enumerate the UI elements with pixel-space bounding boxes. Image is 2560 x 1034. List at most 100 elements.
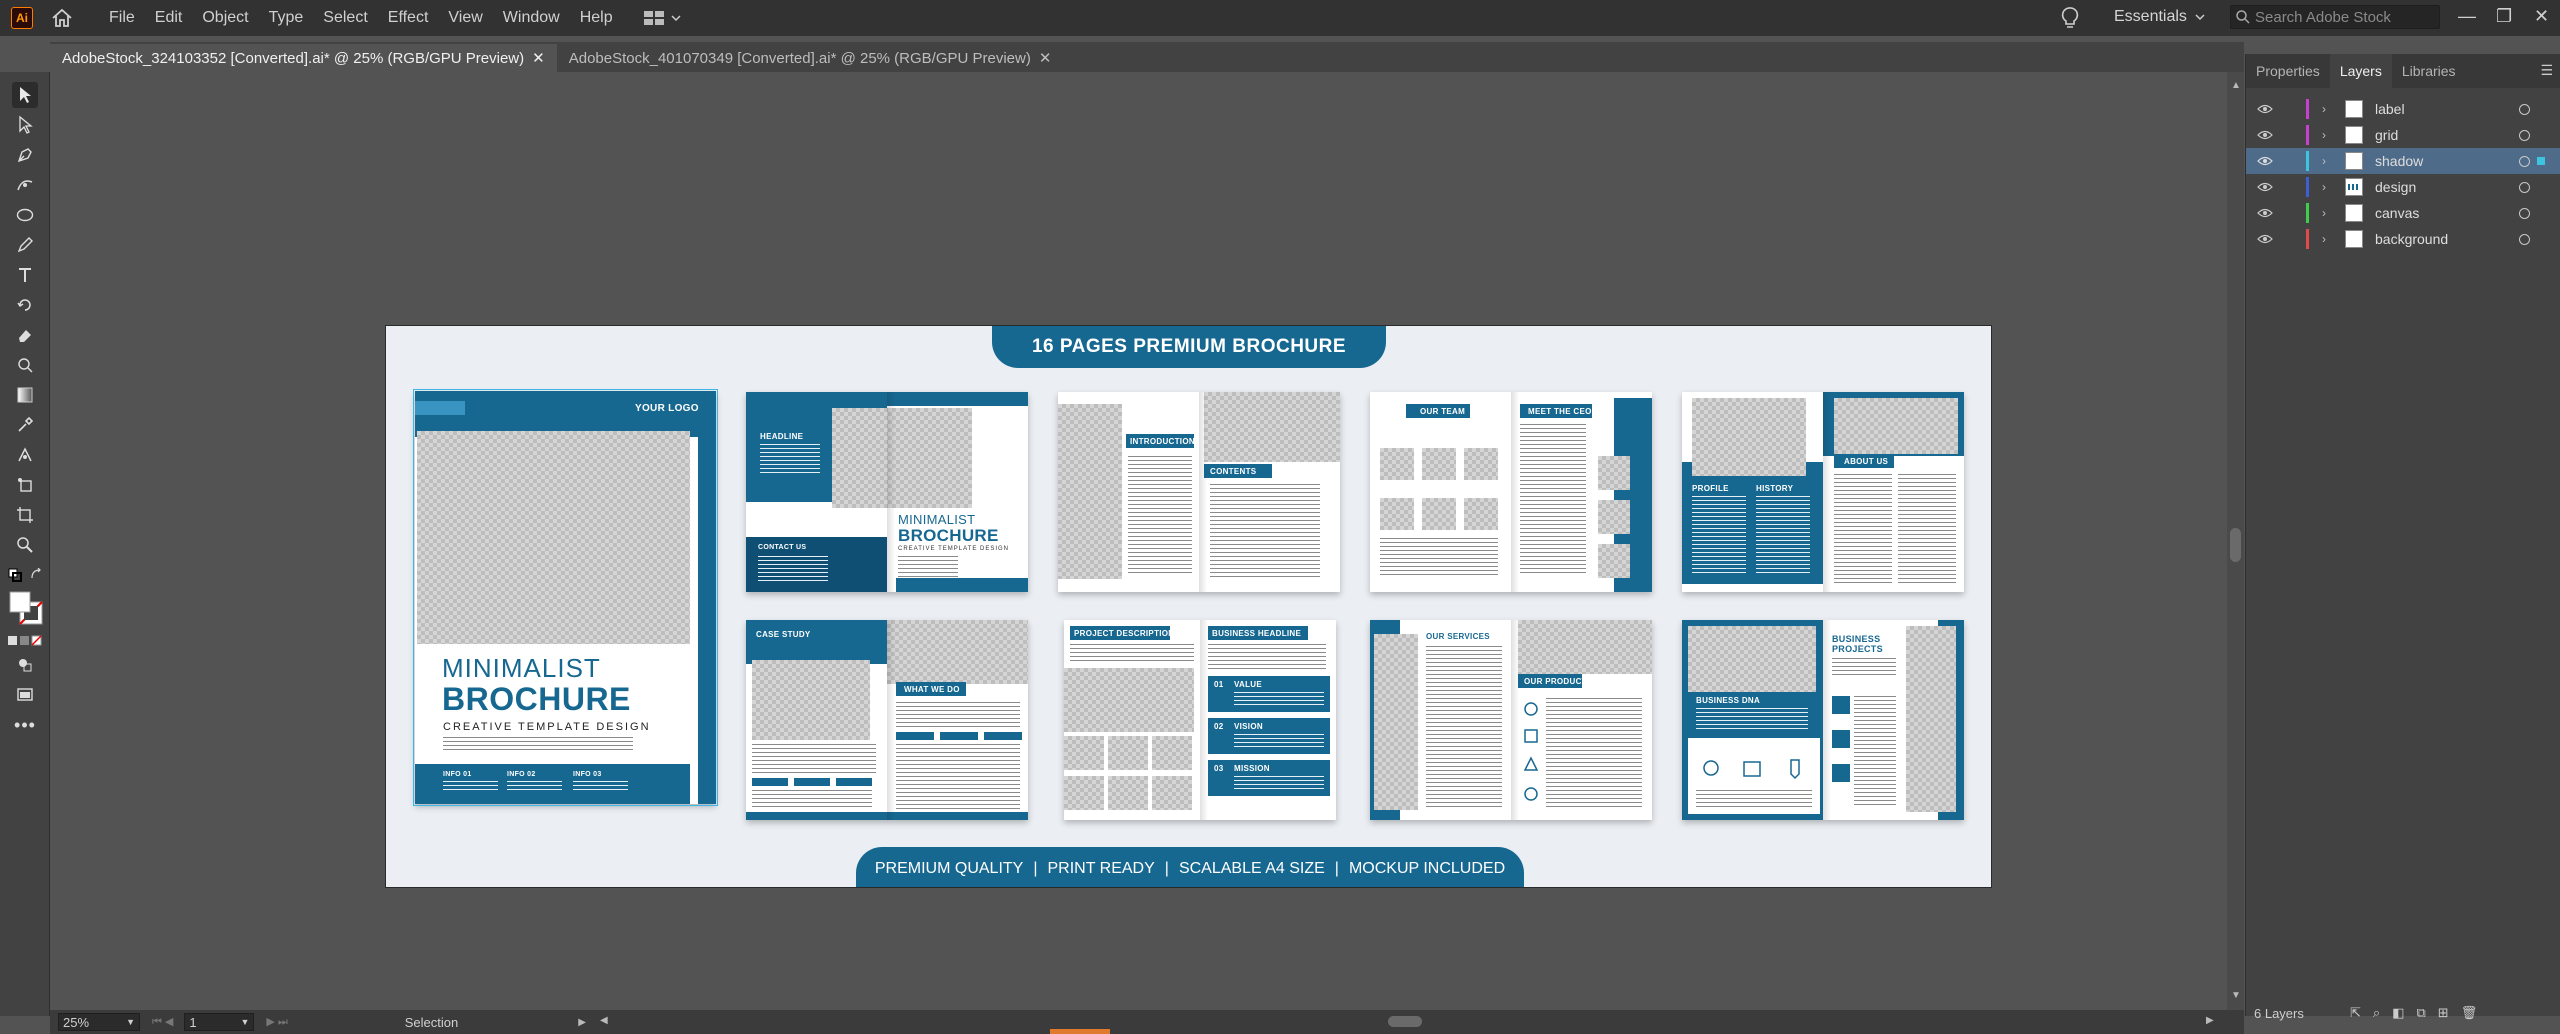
- spread-services[interactable]: OUR SERVICES OUR PRODUCTS: [1370, 620, 1652, 820]
- swap-fill-stroke-icon[interactable]: [30, 568, 44, 582]
- layer-row-design[interactable]: › design: [2246, 174, 2560, 200]
- scroll-thumb[interactable]: [2230, 528, 2241, 562]
- menu-type[interactable]: Type: [269, 9, 304, 27]
- delete-layer-icon[interactable]: 🗑: [2461, 1005, 2478, 1021]
- expand-chevron-icon[interactable]: ›: [2322, 102, 2326, 116]
- rotate-tool-icon[interactable]: [12, 292, 38, 318]
- default-fill-stroke-icon[interactable]: [8, 568, 22, 582]
- visibility-eye-icon[interactable]: [2257, 130, 2273, 140]
- layer-target-icon[interactable]: [2519, 233, 2530, 245]
- layer-name[interactable]: shadow: [2375, 153, 2423, 169]
- layer-name[interactable]: design: [2375, 179, 2416, 195]
- blend-tool-icon[interactable]: [12, 442, 38, 468]
- menu-view[interactable]: View: [448, 9, 482, 27]
- panel-menu-icon[interactable]: ☰: [2540, 62, 2553, 79]
- spread-case-study[interactable]: CASE STUDY WHAT WE DO: [746, 620, 1028, 820]
- new-sublayer-icon[interactable]: ⧉: [2416, 1005, 2425, 1021]
- status-menu-icon[interactable]: ▶: [578, 1017, 586, 1028]
- pencil-tool-icon[interactable]: [12, 232, 38, 258]
- canvas[interactable]: 16 PAGES PREMIUM BROCHURE YOUR LOGO MINI…: [51, 72, 2227, 1010]
- menu-file[interactable]: File: [109, 9, 135, 27]
- layer-row-label[interactable]: › label: [2246, 96, 2560, 122]
- layer-row-shadow[interactable]: › shadow: [2246, 148, 2560, 174]
- spread-about[interactable]: PROFILE HISTORY ABOUT US: [1682, 392, 1964, 592]
- layer-target-icon[interactable]: [2519, 103, 2530, 115]
- layer-target-icon[interactable]: [2519, 181, 2530, 193]
- expand-chevron-icon[interactable]: ›: [2322, 180, 2326, 194]
- close-tab-icon[interactable]: ✕: [1039, 49, 1052, 67]
- menu-effect[interactable]: Effect: [388, 9, 429, 27]
- clipping-mask-icon[interactable]: ◧: [2392, 1005, 2404, 1021]
- workspace-switcher[interactable]: Essentials: [2114, 8, 2205, 26]
- pen-tool-icon[interactable]: [12, 142, 38, 168]
- layer-target-icon[interactable]: [2519, 207, 2530, 219]
- layer-row-canvas[interactable]: › canvas: [2246, 200, 2560, 226]
- tab-properties[interactable]: Properties: [2246, 54, 2330, 88]
- visibility-eye-icon[interactable]: [2257, 156, 2273, 166]
- document-tab-1[interactable]: AdobeStock_324103352 [Converted].ai* @ 2…: [50, 44, 557, 72]
- artboard-tool-icon[interactable]: [12, 502, 38, 528]
- scroll-up-icon[interactable]: ▲: [2231, 80, 2241, 91]
- expand-chevron-icon[interactable]: ›: [2322, 206, 2326, 220]
- zoom-level-field[interactable]: 25% ▼: [58, 1013, 140, 1031]
- menu-edit[interactable]: Edit: [155, 9, 183, 27]
- vertical-scrollbar[interactable]: ▲ ▼: [2227, 72, 2244, 1010]
- visibility-eye-icon[interactable]: [2257, 234, 2273, 244]
- locate-object-icon[interactable]: ⌕: [2373, 1005, 2380, 1021]
- curvature-tool-icon[interactable]: [12, 172, 38, 198]
- screen-mode-icon[interactable]: [12, 682, 38, 708]
- layer-target-icon[interactable]: [2519, 129, 2530, 141]
- artboard-nav-prev-icons[interactable]: ⏮◀: [152, 1015, 176, 1029]
- selection-tool-icon[interactable]: [12, 82, 38, 108]
- tab-layers[interactable]: Layers: [2329, 54, 2392, 88]
- menu-select[interactable]: Select: [323, 9, 367, 27]
- eyedropper-tool-icon[interactable]: [12, 412, 38, 438]
- visibility-eye-icon[interactable]: [2257, 208, 2273, 218]
- layer-name[interactable]: background: [2375, 231, 2448, 247]
- color-mode-icons[interactable]: [8, 635, 42, 647]
- menu-object[interactable]: Object: [202, 9, 248, 27]
- spread-project[interactable]: PROJECT DESCRIPTION BUSINESS HEADLINE 01…: [1064, 620, 1336, 820]
- fill-stroke-swatch[interactable]: [8, 590, 44, 626]
- artboard-number-field[interactable]: 1 ▼: [184, 1013, 255, 1031]
- tab-libraries[interactable]: Libraries: [2392, 54, 2466, 88]
- expand-chevron-icon[interactable]: ›: [2322, 154, 2326, 168]
- gradient-tool-icon[interactable]: [12, 382, 38, 408]
- type-tool-icon[interactable]: [12, 262, 38, 288]
- stock-search-field[interactable]: [2230, 5, 2440, 29]
- eraser-tool-icon[interactable]: [12, 322, 38, 348]
- symbol-sprayer-tool-icon[interactable]: [12, 472, 38, 498]
- artboard[interactable]: 16 PAGES PREMIUM BROCHURE YOUR LOGO MINI…: [385, 325, 1992, 888]
- more-tools-icon[interactable]: •••: [12, 712, 38, 738]
- scroll-right-icon[interactable]: ▶: [2206, 1015, 2214, 1026]
- scroll-down-icon[interactable]: ▼: [2231, 990, 2241, 1001]
- puppet-warp-tool-icon[interactable]: [12, 352, 38, 378]
- new-layer-icon[interactable]: ⊞: [2438, 1005, 2449, 1021]
- close-tab-icon[interactable]: ✕: [532, 49, 545, 67]
- spread-team[interactable]: OUR TEAM MEET THE CEO: [1370, 392, 1652, 592]
- visibility-eye-icon[interactable]: [2257, 104, 2273, 114]
- restore-icon[interactable]: ❐: [2496, 6, 2512, 27]
- arrange-documents-button[interactable]: [643, 10, 681, 26]
- layer-name[interactable]: label: [2375, 101, 2405, 117]
- spread-introduction[interactable]: INTRODUCTION CONTENTS: [1058, 392, 1340, 592]
- expand-chevron-icon[interactable]: ›: [2322, 128, 2326, 142]
- home-icon[interactable]: [51, 8, 73, 28]
- selection-indicator[interactable]: [2537, 157, 2545, 165]
- expand-chevron-icon[interactable]: ›: [2322, 232, 2326, 246]
- layer-name[interactable]: canvas: [2375, 205, 2419, 221]
- horizontal-scrollbar[interactable]: ◀ ▶: [600, 1010, 2220, 1034]
- close-icon[interactable]: ✕: [2534, 6, 2549, 27]
- scroll-thumb[interactable]: [1388, 1016, 1422, 1027]
- zoom-tool-icon[interactable]: [12, 532, 38, 558]
- stock-search-input[interactable]: [2255, 8, 2435, 26]
- direct-selection-tool-icon[interactable]: [12, 112, 38, 138]
- artboard-nav-next-icons[interactable]: ▶⏭: [266, 1015, 290, 1029]
- spread-business[interactable]: BUSINESS DNA BUSINESS PROJECTS: [1682, 620, 1964, 820]
- lightbulb-icon[interactable]: [2060, 6, 2080, 30]
- layer-target-icon[interactable]: [2519, 155, 2530, 167]
- ellipse-tool-icon[interactable]: [12, 202, 38, 228]
- menu-help[interactable]: Help: [580, 9, 613, 27]
- minimize-icon[interactable]: —: [2458, 6, 2476, 27]
- scroll-left-icon[interactable]: ◀: [600, 1015, 608, 1026]
